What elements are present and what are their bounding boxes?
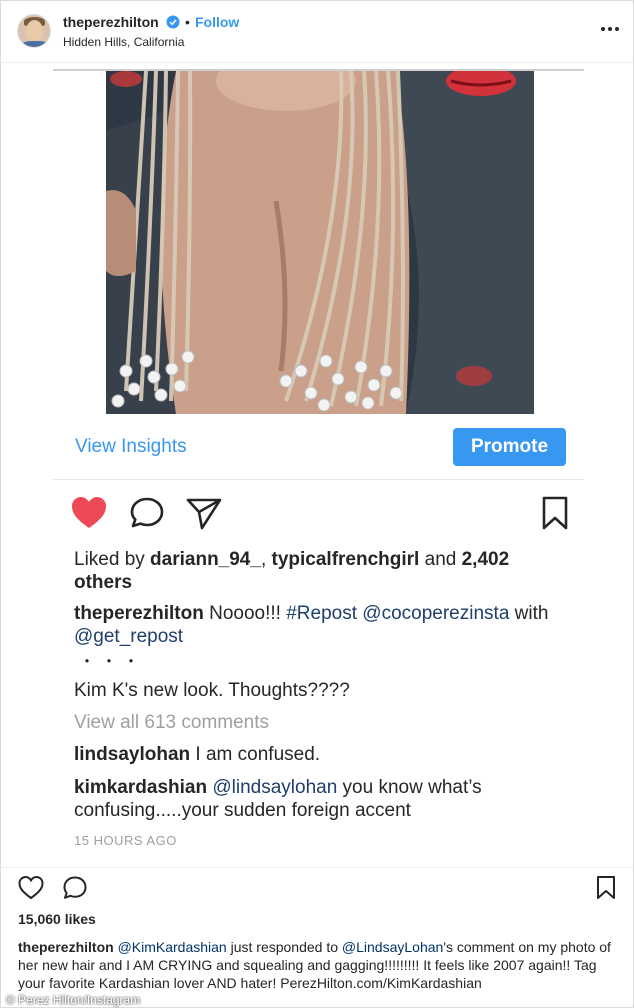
embedded-caption: theperezhilton Noooo!!! #Repost @cocoper… — [74, 602, 564, 648]
post-header: theperezhilton • Follow Hidden Hills, Ca… — [1, 1, 633, 63]
username[interactable]: theperezhilton — [63, 14, 159, 30]
caption-text: with — [509, 603, 549, 624]
separator-dot: • — [185, 14, 190, 30]
mention-link[interactable]: @LindsayLohan — [342, 939, 443, 955]
heart-outline-icon[interactable] — [18, 875, 44, 901]
likes-prefix: Liked by — [74, 549, 151, 570]
photo-illustration — [106, 71, 534, 414]
caption-text: just responded to — [226, 939, 342, 955]
actions-divider — [1, 867, 633, 868]
caption-ellipsis: ・・・ — [79, 654, 146, 671]
view-insights-link[interactable]: View Insights — [75, 436, 187, 458]
view-all-comments-link[interactable]: View all 613 comments — [74, 711, 269, 734]
comment-icon[interactable] — [62, 875, 88, 901]
photo-credit: © Perez Hilton/Instagram — [6, 993, 141, 1007]
follow-button[interactable]: Follow — [195, 14, 239, 30]
likes-count[interactable]: 15,060 likes — [18, 911, 96, 927]
comment-icon[interactable] — [128, 495, 166, 531]
liker-link[interactable]: typicalfrenchgirl — [272, 549, 420, 570]
comment-item: lindsaylohan I am confused. — [74, 743, 320, 766]
likes-and: and — [419, 549, 462, 570]
embedded-divider — [53, 479, 584, 480]
comment-text: I am confused. — [190, 744, 321, 765]
post-photo[interactable] — [106, 71, 534, 414]
mention-link[interactable]: @cocoperezinsta — [362, 603, 509, 624]
embedded-likes: Liked by dariann_94_, typicalfrenchgirl … — [74, 548, 564, 594]
caption-username[interactable]: theperezhilton — [74, 603, 204, 624]
verified-badge-icon — [166, 15, 180, 29]
liker-link[interactable]: dariann_94_ — [150, 549, 261, 570]
caption-question: Kim K's new look. Thoughts???? — [74, 680, 350, 701]
heart-filled-icon[interactable] — [70, 495, 108, 531]
comment-username[interactable]: lindsaylohan — [74, 744, 190, 765]
comment-item: kimkardashian @lindsaylohan you know wha… — [74, 776, 554, 822]
bookmark-icon[interactable] — [538, 495, 572, 531]
mention-link[interactable]: @get_repost — [74, 626, 183, 647]
caption-text: Noooo!!! — [203, 603, 287, 624]
share-icon[interactable] — [185, 495, 223, 531]
post-caption: theperezhilton @KimKardashian just respo… — [18, 938, 618, 992]
mention-link[interactable]: @lindsaylohan — [212, 777, 337, 798]
instagram-post: theperezhilton • Follow Hidden Hills, Ca… — [0, 0, 634, 1008]
mention-link[interactable]: @KimKardashian — [118, 939, 227, 955]
likes-separator: , — [260, 549, 272, 570]
more-options-icon[interactable] — [599, 19, 621, 39]
location-link[interactable]: Hidden Hills, California — [63, 35, 184, 49]
avatar[interactable] — [17, 14, 51, 48]
comment-username[interactable]: kimkardashian — [74, 777, 207, 798]
post-timestamp: 15 HOURS AGO — [74, 833, 177, 848]
bookmark-icon[interactable] — [594, 875, 618, 901]
caption-username[interactable]: theperezhilton — [18, 939, 114, 955]
hashtag-link[interactable]: #Repost — [286, 603, 357, 624]
promote-button[interactable]: Promote — [453, 428, 566, 466]
